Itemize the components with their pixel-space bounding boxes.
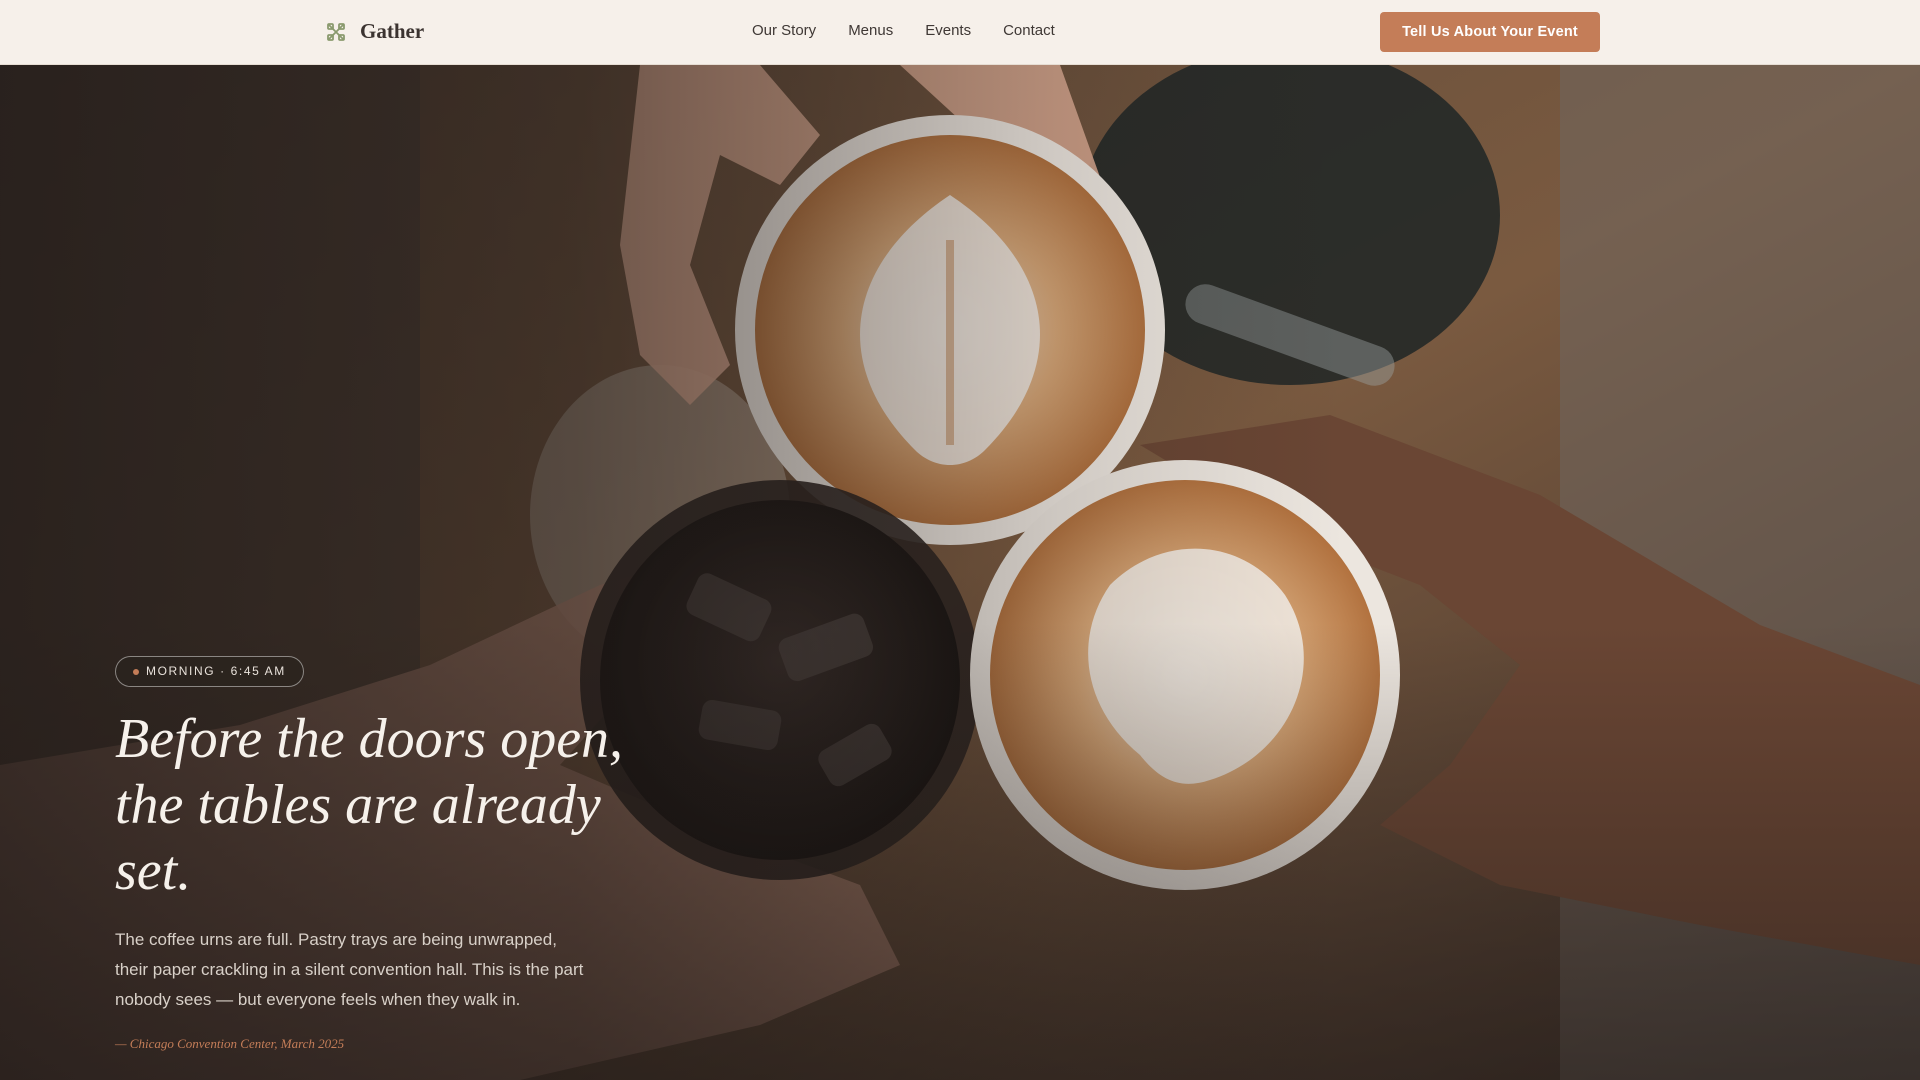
brand-logo[interactable]: Gather <box>326 19 424 44</box>
status-dot-icon <box>133 669 139 675</box>
time-badge: MORNING · 6:45 AM <box>115 656 304 687</box>
nav-link-our-story[interactable]: Our Story <box>752 22 816 39</box>
top-navigation: Gather Our Story Menus Events Contact Te… <box>0 0 1920 65</box>
event-inquiry-button[interactable]: Tell Us About Your Event <box>1380 12 1600 52</box>
brand-name: Gather <box>360 19 425 43</box>
nav-link-menus[interactable]: Menus <box>848 22 893 39</box>
hero-section: MORNING · 6:45 AM Before the doors open,… <box>0 65 1920 1080</box>
hero-body-text: The coffee urns are full. Pastry trays a… <box>115 930 584 1009</box>
nav-link-contact[interactable]: Contact <box>1003 22 1055 39</box>
nav-links: Our Story Menus Events Contact <box>752 22 1087 39</box>
hero-photo-caption: — Chicago Convention Center, March 2025 <box>115 1036 345 1051</box>
knot-icon <box>327 22 345 41</box>
hero-headline: Before the doors open, the tables are al… <box>115 708 624 902</box>
nav-link-events[interactable]: Events <box>925 22 971 39</box>
time-badge-label: MORNING · 6:45 AM <box>146 664 286 678</box>
